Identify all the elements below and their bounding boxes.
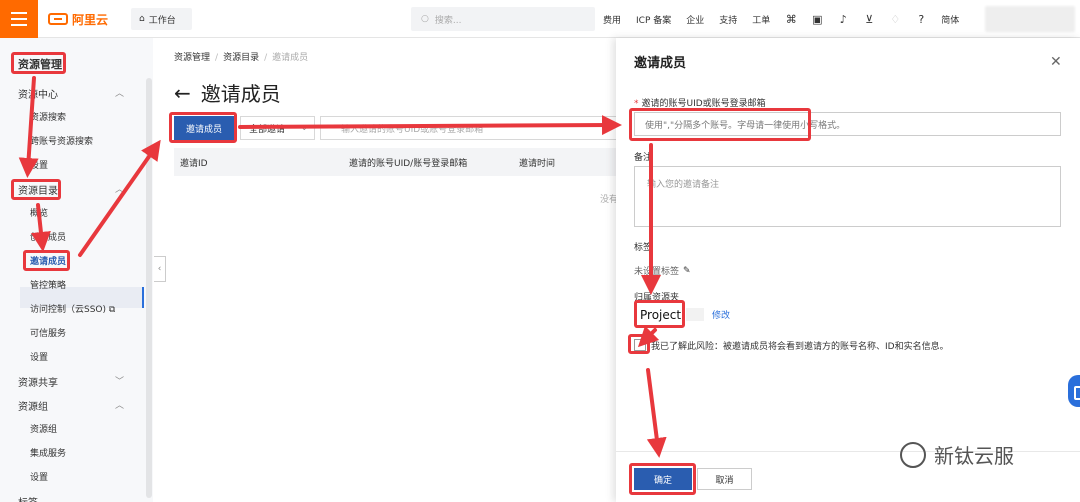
annotation-arrows [18,76,667,458]
annotation-arrow [18,76,39,178]
annotation-arrow [30,203,51,252]
annotation-arrow [646,368,667,458]
annotation-arrow [238,115,622,136]
annotation-arrow [637,325,660,348]
annotation-arrow [78,139,161,257]
